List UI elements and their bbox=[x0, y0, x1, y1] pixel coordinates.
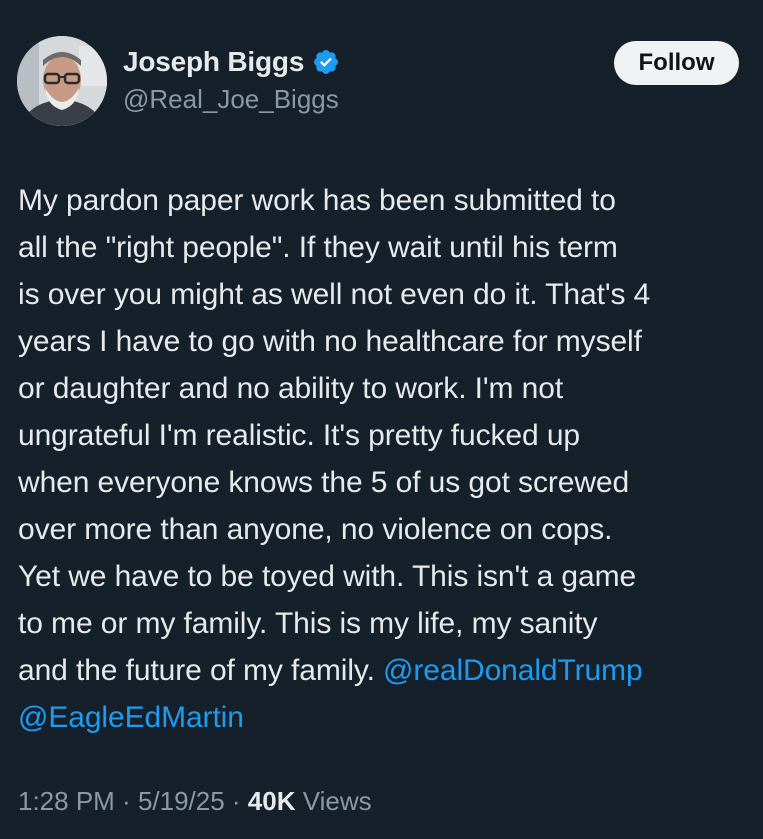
name-row: Joseph Biggs bbox=[123, 44, 340, 80]
tweet-time[interactable]: 1:28 PM bbox=[18, 786, 115, 816]
mention-link[interactable]: @EagleEdMartin bbox=[18, 701, 244, 734]
display-name[interactable]: Joseph Biggs bbox=[123, 46, 304, 78]
views-label: Views bbox=[295, 786, 372, 816]
follow-button[interactable]: Follow bbox=[614, 41, 739, 85]
tweet-text: My pardon paper work has been submitted … bbox=[18, 177, 760, 741]
tweet-header: Joseph Biggs @Real_Joe_Biggs Follow bbox=[17, 36, 742, 128]
tweet-meta: 1:28 PM · 5/19/25 · 40K Views bbox=[18, 786, 372, 817]
author-handle[interactable]: @Real_Joe_Biggs bbox=[123, 84, 340, 115]
tweet-text-content: My pardon paper work has been submitted … bbox=[18, 184, 651, 687]
avatar[interactable] bbox=[17, 36, 107, 126]
tweet-date[interactable]: 5/19/25 bbox=[138, 786, 225, 816]
views-count: 40K bbox=[247, 786, 296, 816]
meta-separator: · bbox=[114, 786, 138, 816]
tweet-detail: Joseph Biggs @Real_Joe_Biggs Follow My p… bbox=[0, 0, 763, 839]
verified-badge-icon[interactable] bbox=[312, 48, 340, 76]
author-identity: Joseph Biggs @Real_Joe_Biggs bbox=[123, 44, 340, 115]
meta-separator: · bbox=[224, 786, 248, 816]
mention-link[interactable]: @realDonaldTrump bbox=[383, 654, 643, 687]
